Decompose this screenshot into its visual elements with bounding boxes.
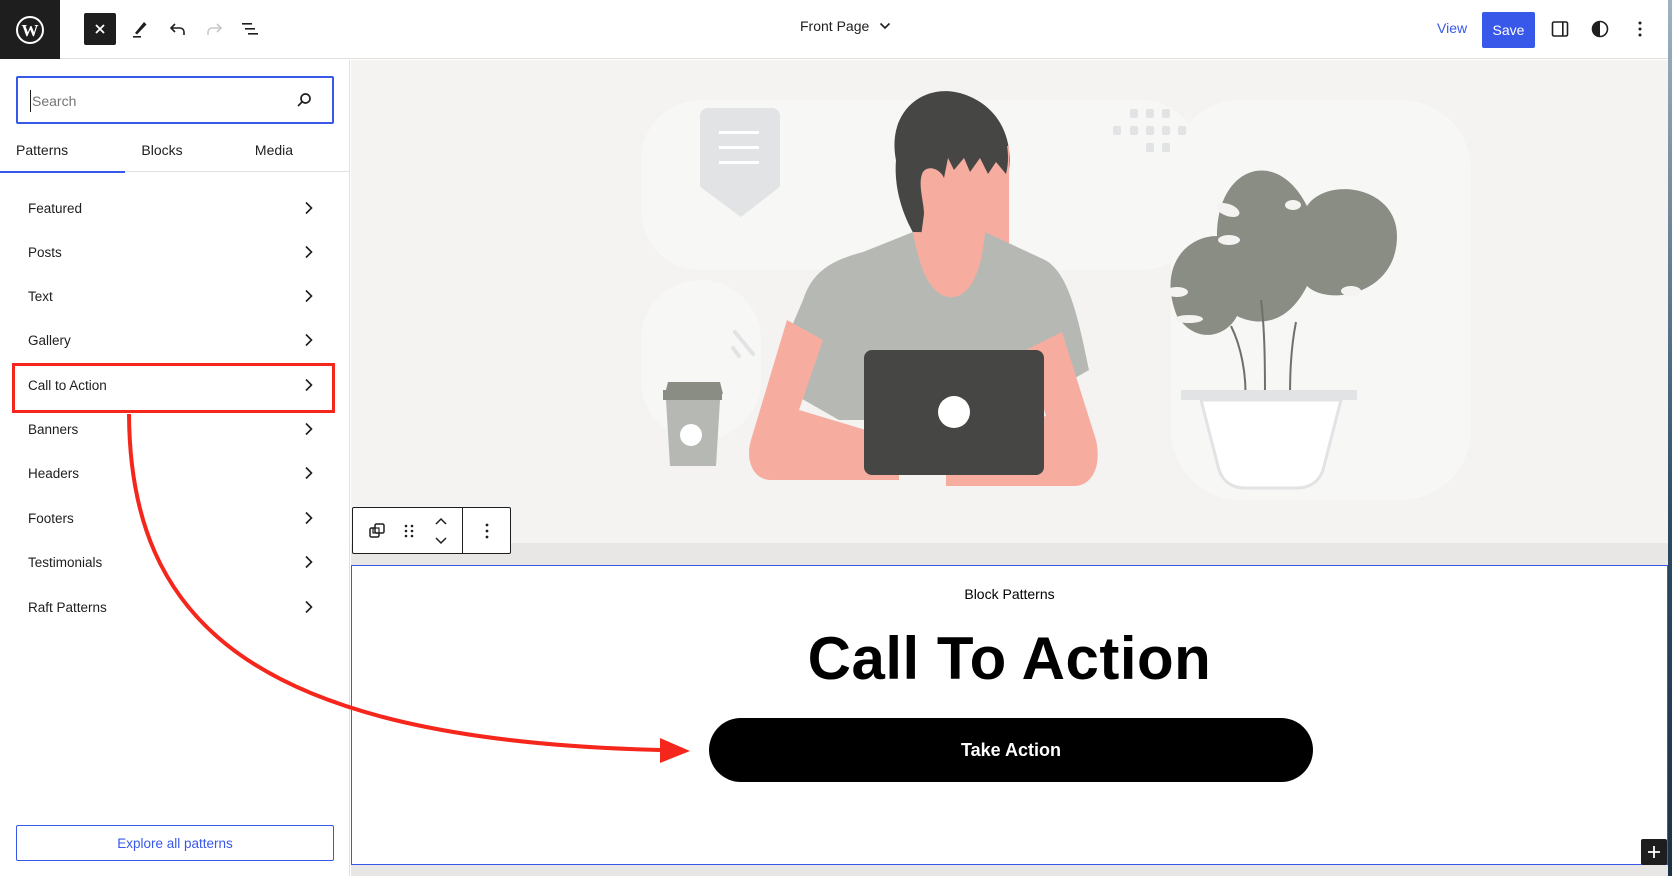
- category-label: Banners: [28, 421, 79, 437]
- block-toolbar: [352, 507, 511, 554]
- block-options-button[interactable]: [475, 511, 499, 551]
- more-vertical-icon: [1638, 21, 1642, 37]
- move-up-down-button[interactable]: [429, 511, 453, 551]
- plus-icon: [1648, 846, 1660, 858]
- category-banners[interactable]: Banners: [16, 409, 326, 449]
- group-block-icon: [369, 522, 385, 538]
- sidebar-toggle-icon: [1551, 21, 1569, 37]
- category-posts[interactable]: Posts: [16, 232, 326, 272]
- more-vertical-icon: [485, 523, 488, 538]
- category-gallery[interactable]: Gallery: [16, 320, 326, 360]
- section-spacer: [351, 543, 1668, 565]
- tab-patterns[interactable]: Patterns: [0, 128, 125, 173]
- category-footers[interactable]: Footers: [16, 498, 326, 538]
- take-action-button[interactable]: Take Action: [709, 718, 1313, 782]
- drag-handle[interactable]: [397, 511, 421, 551]
- cta-kicker-text[interactable]: Block Patterns: [352, 586, 1667, 602]
- close-icon: [95, 24, 105, 34]
- search-input[interactable]: [30, 90, 290, 112]
- undo-icon: [169, 23, 185, 35]
- category-label: Testimonials: [28, 554, 103, 570]
- save-button[interactable]: Save: [1482, 12, 1535, 48]
- block-editor: W Front Page View Save Search Patterns B…: [0, 0, 1668, 876]
- category-label: Posts: [28, 244, 62, 260]
- tab-media[interactable]: Media: [237, 128, 311, 172]
- search-box: [16, 76, 334, 124]
- document-title: Front Page: [800, 18, 870, 34]
- document-overview-button[interactable]: [234, 13, 266, 45]
- styles-button[interactable]: [1584, 13, 1616, 45]
- chevron-right-icon: [305, 245, 313, 259]
- list-view-icon: [242, 23, 258, 35]
- desktop-background-edge: [1668, 0, 1672, 876]
- block-type-button[interactable]: [365, 511, 389, 551]
- block-inserter-panel: Patterns Blocks Media Featured Posts Tex…: [0, 60, 350, 876]
- canvas-bottom-spacer: [351, 865, 1668, 876]
- view-link[interactable]: View: [1437, 20, 1467, 36]
- wordpress-icon: W: [16, 15, 44, 44]
- category-text[interactable]: Text: [16, 276, 326, 316]
- wordpress-logo-button[interactable]: W: [0, 0, 60, 59]
- chevron-right-icon: [305, 333, 313, 347]
- block-toolbar-options-group: [463, 508, 510, 553]
- close-inserter-button[interactable]: [84, 13, 116, 45]
- pencil-icon: [133, 22, 147, 38]
- move-up-down-icon: [435, 517, 447, 544]
- editor-header: W Front Page View Save: [0, 0, 1668, 59]
- category-label: Headers: [28, 465, 80, 481]
- chevron-right-icon: [305, 600, 313, 614]
- options-menu-button[interactable]: [1624, 13, 1656, 45]
- chevron-right-icon: [305, 511, 313, 525]
- editor-canvas: Block Patterns Call To Action Take Actio…: [351, 60, 1668, 876]
- category-raft-patterns[interactable]: Raft Patterns: [16, 587, 326, 627]
- chevron-right-icon: [305, 201, 313, 215]
- hero-illustration: [351, 60, 1668, 543]
- tools-button[interactable]: [124, 13, 156, 45]
- search-icon: [297, 93, 311, 107]
- chevron-right-icon: [305, 422, 313, 436]
- chevron-down-icon: [880, 22, 891, 30]
- category-label: Featured: [28, 200, 83, 216]
- category-label: Call to Action: [28, 377, 107, 393]
- category-call-to-action[interactable]: Call to Action: [16, 365, 326, 405]
- category-featured[interactable]: Featured: [16, 188, 326, 228]
- category-label: Raft Patterns: [28, 599, 107, 615]
- call-to-action-pattern-block[interactable]: Block Patterns Call To Action Take Actio…: [351, 565, 1668, 865]
- block-toolbar-main-group: [353, 508, 463, 553]
- block-inserter-button[interactable]: [1641, 839, 1667, 865]
- settings-sidebar-button[interactable]: [1544, 13, 1576, 45]
- category-headers[interactable]: Headers: [16, 453, 326, 493]
- category-label: Footers: [28, 510, 74, 526]
- person-laptop-illustration: [641, 91, 1471, 500]
- chevron-right-icon: [305, 289, 313, 303]
- category-testimonials[interactable]: Testimonials: [16, 542, 326, 582]
- redo-icon: [207, 23, 223, 35]
- undo-button[interactable]: [162, 13, 194, 45]
- chevron-right-icon: [305, 466, 313, 480]
- redo-button[interactable]: [198, 13, 230, 45]
- category-label: Text: [28, 288, 53, 304]
- drag-handle-icon: [404, 524, 414, 537]
- svg-text:W: W: [22, 21, 39, 40]
- tab-blocks[interactable]: Blocks: [125, 128, 199, 172]
- document-title-dropdown[interactable]: Front Page: [800, 18, 891, 34]
- inserter-tabs: Patterns Blocks Media: [0, 128, 350, 173]
- cta-heading[interactable]: Call To Action: [352, 624, 1667, 693]
- explore-all-patterns-button[interactable]: Explore all patterns: [16, 825, 334, 861]
- chevron-right-icon: [305, 555, 313, 569]
- category-label: Gallery: [28, 332, 71, 348]
- contrast-icon: [1591, 20, 1609, 38]
- chevron-right-icon: [305, 378, 313, 392]
